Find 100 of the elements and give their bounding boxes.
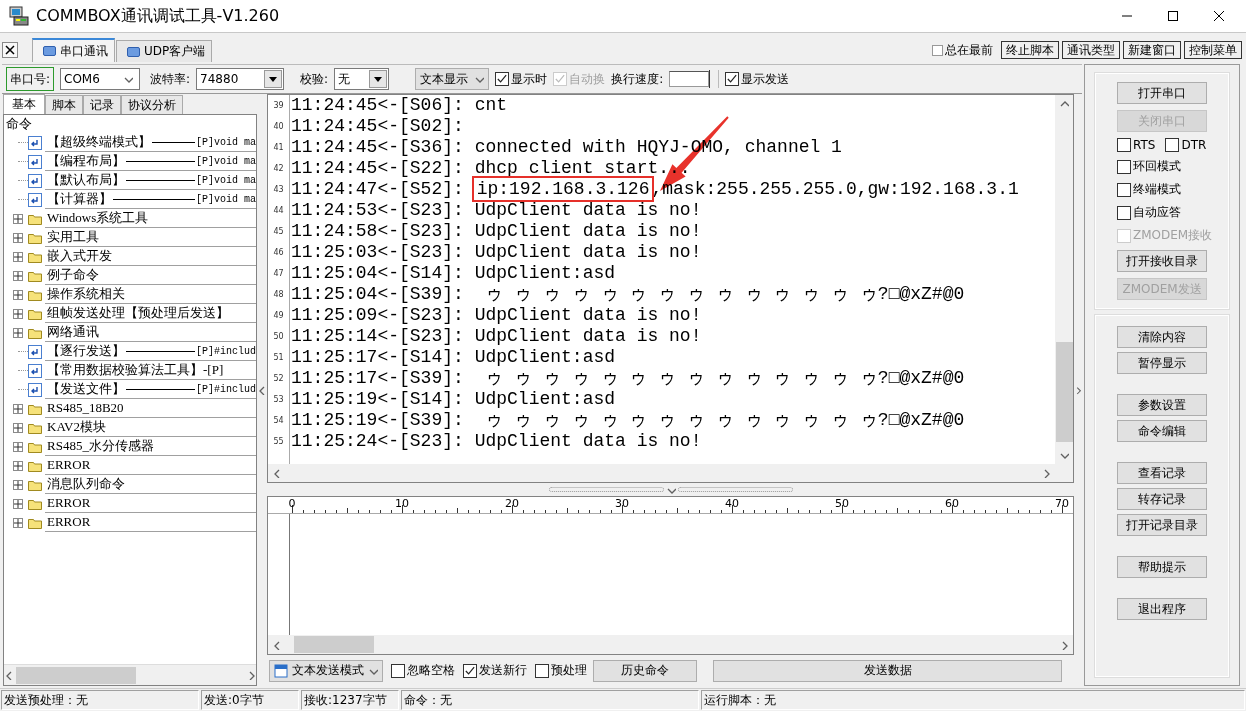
checkbox[interactable] <box>535 663 549 678</box>
panel-button[interactable]: 命令编辑 <box>1117 420 1207 442</box>
tree-item[interactable]: 【常用数据校验算法工具】-[P] <box>47 361 224 379</box>
panel-button[interactable]: 转存记录 <box>1117 488 1207 510</box>
tree-item[interactable]: 【超级终端模式】 <box>47 133 151 151</box>
scroll-left-icon[interactable] <box>272 639 282 650</box>
expand-icon[interactable] <box>13 309 23 319</box>
tab[interactable]: 协议分析 <box>121 95 183 114</box>
collapse-left-icon[interactable] <box>257 385 267 395</box>
tree-item[interactable]: 网络通讯 <box>47 323 99 341</box>
tree-item[interactable]: 实用工具 <box>47 228 99 246</box>
parity-select[interactable]: 无 <box>334 68 390 90</box>
expand-icon[interactable] <box>13 328 23 338</box>
panel-button[interactable]: 退出程序 <box>1117 598 1207 620</box>
expand-icon[interactable] <box>13 423 23 433</box>
expand-icon[interactable] <box>13 252 23 262</box>
checkbox[interactable] <box>463 663 477 678</box>
checkbox-label[interactable]: 忽略空格 <box>407 662 455 679</box>
checkbox-label[interactable]: 总在最前 <box>945 41 993 59</box>
scrollbar-thumb[interactable] <box>1055 342 1073 442</box>
scroll-left-icon[interactable] <box>272 468 282 478</box>
close-tab-icon[interactable] <box>2 42 18 58</box>
checkbox-label[interactable]: 终端模式 <box>1133 181 1181 198</box>
panel-button[interactable]: 打开接收目录 <box>1117 250 1207 272</box>
spin-control[interactable] <box>709 70 720 88</box>
tree-item[interactable]: 【逐行发送】 <box>47 342 125 360</box>
tab[interactable]: 脚本 <box>45 95 83 114</box>
expand-icon[interactable] <box>13 461 23 471</box>
tree-item[interactable]: 嵌入式开发 <box>47 247 112 265</box>
scrollbar-thumb[interactable] <box>16 666 136 684</box>
tree-item[interactable]: 例子命令 <box>47 266 99 284</box>
toolbar-button[interactable]: 终止脚本 <box>1001 41 1059 59</box>
panel-button[interactable]: 帮助提示 <box>1117 556 1207 578</box>
checkbox[interactable] <box>1117 182 1131 197</box>
send-button[interactable]: 发送数据 <box>713 659 1062 682</box>
tree-item[interactable]: RS485_18B20 <box>47 400 124 416</box>
expand-icon[interactable] <box>13 442 23 452</box>
expand-icon[interactable] <box>13 480 23 490</box>
checkbox-label[interactable]: 预处理 <box>551 662 587 679</box>
tree-item[interactable]: 消息队列命令 <box>47 475 125 493</box>
checkbox-label[interactable]: 环回模式 <box>1133 158 1181 175</box>
checkbox[interactable] <box>495 72 510 86</box>
tab[interactable]: 基本 <box>3 94 45 114</box>
line-speed-field[interactable] <box>669 71 710 87</box>
expand-icon[interactable] <box>13 233 23 243</box>
panel-button[interactable]: 清除内容 <box>1117 326 1207 348</box>
tree-item[interactable]: 【默认布局】 <box>47 171 125 189</box>
checkbox[interactable] <box>1165 138 1180 152</box>
send-mode-select[interactable]: 文本发送模式 <box>269 659 383 682</box>
tree-item[interactable]: RS485_水分传感器 <box>47 437 154 455</box>
checkbox-label[interactable]: 显示发送 <box>741 70 790 88</box>
history-button[interactable]: 历史命令 <box>593 659 697 682</box>
tree-item[interactable]: 命令 <box>6 115 32 133</box>
checkbox[interactable] <box>932 44 943 56</box>
checkbox[interactable] <box>391 663 405 678</box>
checkbox[interactable] <box>1117 205 1131 220</box>
checkbox[interactable] <box>725 72 740 86</box>
scroll-up-icon[interactable] <box>1059 99 1069 109</box>
checkbox-label[interactable]: RTS <box>1133 138 1156 152</box>
tree-item[interactable]: 操作系统相关 <box>47 285 125 303</box>
scrollbar-thumb[interactable] <box>294 636 374 653</box>
toolbar-button[interactable]: 控制菜单 <box>1184 41 1242 59</box>
checkbox[interactable] <box>1117 159 1131 174</box>
tab[interactable]: UDP客户端 <box>116 40 213 62</box>
port-label[interactable]: 串口号: <box>6 67 55 91</box>
checkbox-label[interactable]: 显示时 <box>511 70 548 88</box>
tree-item[interactable]: 组帧发送处理【预处理后发送】 <box>47 304 229 322</box>
tree-item[interactable]: ERROR <box>47 495 91 511</box>
tree-item[interactable]: KAV2模块 <box>47 418 106 436</box>
panel-button[interactable]: 查看记录 <box>1117 462 1207 484</box>
expand-icon[interactable] <box>13 499 23 509</box>
expand-icon[interactable] <box>13 290 23 300</box>
tree-item[interactable]: ERROR <box>47 514 91 530</box>
tree-item[interactable]: 【计算器】 <box>47 190 112 208</box>
window-icon <box>127 46 140 57</box>
expand-icon[interactable] <box>13 518 23 528</box>
display-mode-select[interactable]: 文本显示 <box>415 68 490 90</box>
panel-button[interactable]: 暂停显示 <box>1117 352 1207 374</box>
tab[interactable]: 记录 <box>83 95 121 114</box>
expand-icon[interactable] <box>13 214 23 224</box>
panel-button[interactable]: 参数设置 <box>1117 394 1207 416</box>
collapse-right-icon[interactable] <box>1074 385 1082 395</box>
tab[interactable]: 串口通讯 <box>32 38 115 62</box>
expand-icon[interactable] <box>13 404 23 414</box>
baud-select[interactable]: 74880 <box>196 68 285 90</box>
checkbox-label[interactable]: DTR <box>1181 138 1207 152</box>
checkbox-label[interactable]: 自动应答 <box>1133 204 1181 221</box>
tree-item[interactable]: 【发送文件】 <box>47 380 125 398</box>
panel-button[interactable]: 打开串口 <box>1117 82 1207 104</box>
checkbox-label[interactable]: 发送新行 <box>479 662 527 679</box>
scroll-left-icon[interactable] <box>4 670 14 680</box>
toolbar-button[interactable]: 新建窗口 <box>1123 41 1181 59</box>
panel-button[interactable]: 打开记录目录 <box>1117 514 1207 536</box>
tree-item[interactable]: Windows系统工具 <box>47 209 149 227</box>
toolbar-button[interactable]: 通讯类型 <box>1062 41 1120 59</box>
port-select[interactable]: COM6 <box>60 68 141 90</box>
tree-item[interactable]: ERROR <box>47 457 91 473</box>
checkbox[interactable] <box>1117 138 1131 152</box>
tree-item[interactable]: 【编程布局】 <box>47 152 125 170</box>
expand-icon[interactable] <box>13 271 23 281</box>
